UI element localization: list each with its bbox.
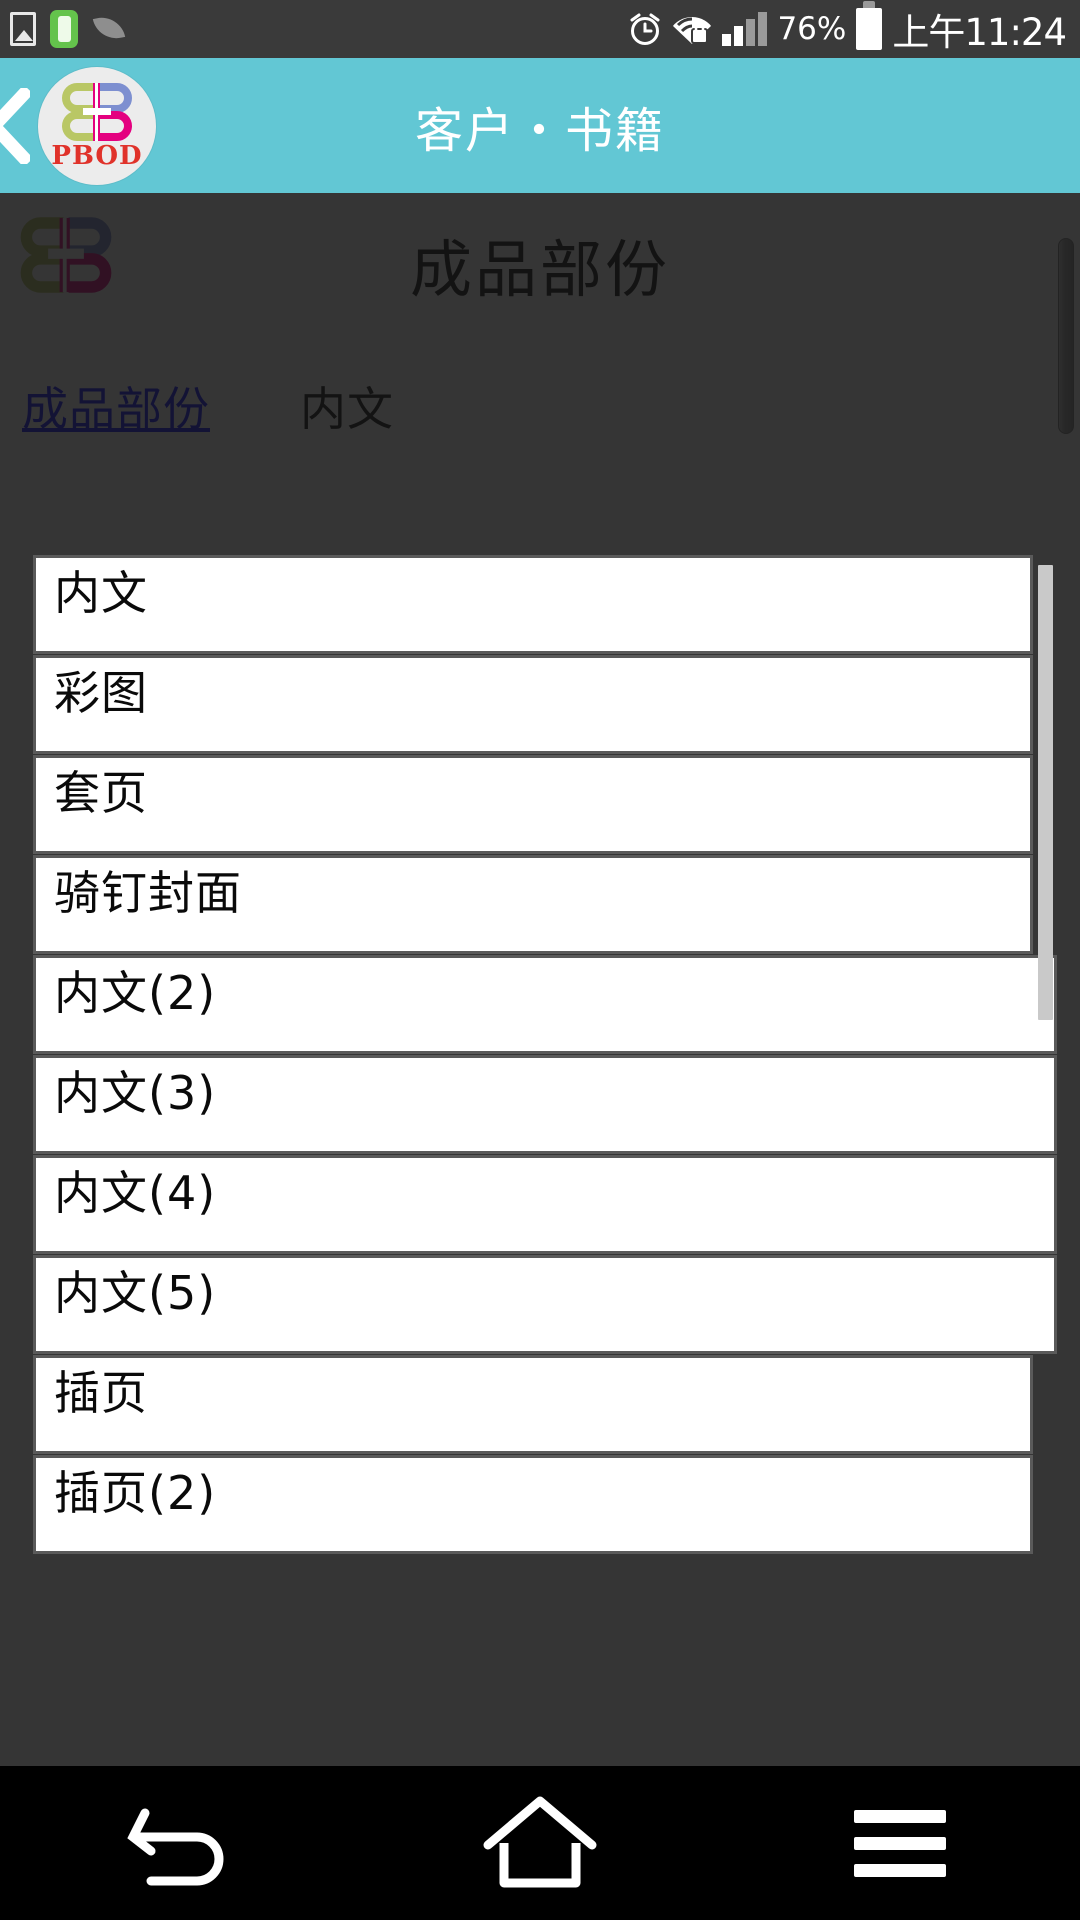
battery-saver-icon [50, 10, 78, 48]
dropdown-option[interactable]: 骑钉封面 [33, 855, 1033, 954]
dropdown-option[interactable]: 内文(5) [33, 1255, 1057, 1354]
status-clock: 上午11:24 [892, 11, 1067, 54]
nav-back-button[interactable] [80, 1766, 280, 1920]
system-nav-bar [0, 1766, 1080, 1920]
home-nav-icon [483, 1796, 597, 1888]
status-bar-right-icons: 76% 上午11:24 [628, 1, 1067, 56]
dropdown-option[interactable]: 内文 [33, 555, 1033, 654]
app-bar-title: 客户・书籍 [414, 102, 665, 159]
status-bar: 76% 上午11:24 [0, 0, 1080, 58]
gallery-icon [10, 12, 36, 46]
app-bar: PBOD 客户・书籍 [0, 58, 1080, 193]
dropdown-scrollbar-thumb[interactable] [1038, 565, 1053, 1020]
signal-icon [722, 12, 768, 46]
back-nav-icon [127, 1808, 224, 1886]
status-bar-left-icons [10, 10, 126, 48]
battery-percent-label: 76% [777, 11, 847, 47]
phone-screen: 76% 上午11:24 PBOD 客户・书籍 内文 彩图 套页 骑钉封面 内文(… [0, 0, 1080, 1920]
nav-recents-button[interactable] [800, 1766, 1000, 1920]
dropdown-option[interactable]: 插页(2) [33, 1455, 1033, 1554]
nav-home-button[interactable] [440, 1766, 640, 1920]
recents-nav-icon [854, 1809, 946, 1877]
dropdown-option[interactable]: 内文(4) [33, 1155, 1057, 1254]
dropdown-option[interactable]: 套页 [33, 755, 1033, 854]
battery-icon [856, 1, 883, 50]
dropdown-option[interactable]: 内文(2) [33, 955, 1057, 1054]
dropdown-option-list[interactable]: 内文 彩图 套页 骑钉封面 内文(2) 内文(3) 内文(4) 内文(5) 插页 插页(2) [33, 555, 1057, 1554]
dropdown-option[interactable]: 彩图 [33, 655, 1033, 754]
wifi-locked-icon [672, 10, 712, 48]
dropdown-option[interactable]: 插页 [33, 1355, 1033, 1454]
dropdown-option[interactable]: 内文(3) [33, 1055, 1057, 1154]
leaf-icon [92, 12, 126, 46]
alarm-icon [628, 10, 662, 48]
finished-part-dropdown[interactable]: 内文 彩图 套页 骑钉封面 内文(2) 内文(3) 内文(4) 内文(5) 插页 插页(2) [33, 555, 1057, 1787]
